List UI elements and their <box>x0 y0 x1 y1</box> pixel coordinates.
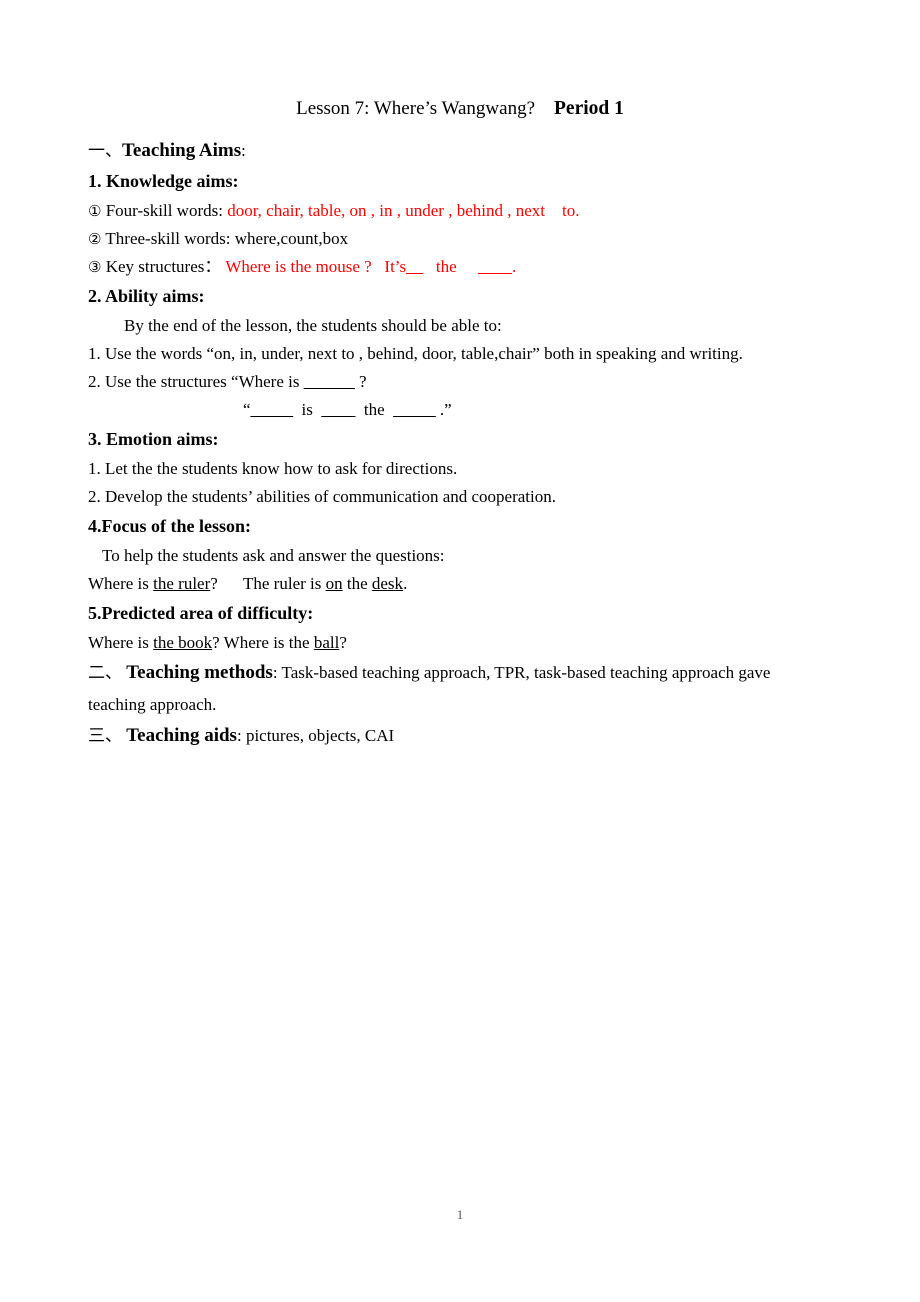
focus-answer-underlined-on: on <box>325 574 343 593</box>
ability-aims-line2-the: the <box>363 400 385 419</box>
circled-number-1-icon: ① <box>88 202 102 220</box>
quote-open: “ <box>243 400 251 419</box>
knowledge-item-3-period: . <box>511 257 517 276</box>
focus-answer-suffix: . <box>403 574 408 593</box>
focus-question-underlined: the ruler <box>153 574 211 593</box>
knowledge-item-3-blank-1: __ <box>406 257 424 276</box>
ability-aims-line2-blank-1: _____ <box>250 400 294 419</box>
cn-numeral-three: 三、 <box>88 726 122 746</box>
focus-example: Where is the ruler? The ruler is on the … <box>88 570 832 598</box>
document-body: Lesson 7: Where’s Wangwang? Period 1 一、T… <box>88 96 832 752</box>
page-title: Lesson 7: Where’s Wangwang? Period 1 <box>88 96 832 122</box>
knowledge-item-3-answer-the: the <box>435 257 457 276</box>
teaching-aims-colon: : <box>241 141 246 160</box>
focus-answer-underlined-desk: desk <box>371 574 404 593</box>
focus-question-suffix: ? <box>210 574 218 593</box>
knowledge-item-1-label: Four-skill words: <box>105 201 223 220</box>
title-period-text: Period 1 <box>554 98 624 119</box>
page-number: 1 <box>456 1207 464 1222</box>
emotion-aims-item-1: 1. Let the the students know how to ask … <box>88 459 458 478</box>
cn-numeral-two: 二、 <box>88 663 122 683</box>
focus-question-prefix: Where is <box>88 574 154 593</box>
ability-aims-item-2-text: 2. Use the structures “Where is <box>88 372 300 391</box>
document-page: Lesson 7: Where’s Wangwang? Period 1 一、T… <box>0 0 920 1302</box>
knowledge-item-1-value: door, chair, table, on , in , under , be… <box>227 201 580 220</box>
difficulty-q1-prefix: Where is <box>88 633 154 652</box>
title-spacer <box>535 98 554 119</box>
focus-answer-prefix: The ruler is <box>243 574 326 593</box>
knowledge-item-3-blank-2: ____ <box>477 257 512 276</box>
teaching-aids-body: pictures, objects, CAI <box>241 726 395 745</box>
knowledge-item-2-label: Three-skill words: <box>105 229 231 248</box>
knowledge-item-2: ② Three-skill words: where,count,box <box>88 225 832 253</box>
ability-aims-item-2-qmark: ? <box>358 372 367 391</box>
knowledge-item-3-question: Where is the mouse ? <box>225 257 372 276</box>
teaching-methods-heading-text: Teaching methods <box>126 662 273 683</box>
ability-aims-intro: By the end of the lesson, the students s… <box>124 316 502 335</box>
ability-aims-item-2: 2. Use the structures “Where is ______ ? <box>88 368 832 396</box>
focus-answer-mid: the <box>342 574 372 593</box>
title-main-text: Lesson 7: Where’s Wangwang? <box>296 98 536 119</box>
ability-aims-item-2-blank: ______ <box>303 372 355 391</box>
ability-aims-item-1: 1. Use the words “on, in, under, next to… <box>88 344 743 363</box>
knowledge-item-3-answer-its: It’s <box>384 257 407 276</box>
quote-close: .” <box>439 400 452 419</box>
page-footer: 1 <box>0 1207 920 1223</box>
focus-intro: To help the students ask and answer the … <box>102 546 445 565</box>
difficulty-q1-underlined: the book <box>153 633 213 652</box>
subheading-predicted-difficulty: 5.Predicted area of difficulty: <box>88 603 314 623</box>
teaching-aids-heading-text: Teaching aids <box>126 725 237 746</box>
difficulty-examples: Where is the book? Where is the ball? <box>88 629 832 657</box>
difficulty-q2-underlined: ball <box>313 633 340 652</box>
circled-number-3-icon: ③ <box>88 258 102 276</box>
section-teaching-aids: 三、 Teaching aids: pictures, objects, CAI <box>88 720 832 752</box>
difficulty-q2-suffix: ? <box>339 633 347 652</box>
section-teaching-methods: 二、 Teaching methods: Task-based teaching… <box>88 657 832 720</box>
subheading-knowledge-aims: 1. Knowledge aims: <box>88 171 239 191</box>
cn-numeral-one: 一、 <box>88 141 122 161</box>
knowledge-item-1: ① Four-skill words: door, chair, table, … <box>88 197 832 225</box>
knowledge-item-3-label: Key structures： <box>105 257 222 276</box>
teaching-aims-heading-text: Teaching Aims <box>122 140 242 161</box>
emotion-aims-item-2: 2. Develop the students’ abilities of co… <box>88 487 557 506</box>
knowledge-item-2-value: where,count,box <box>234 229 349 248</box>
section-heading-teaching-aims: 一、Teaching Aims: <box>88 136 832 166</box>
ability-aims-line2-is: is <box>301 400 313 419</box>
difficulty-q1-middle: ? Where is the <box>212 633 314 652</box>
knowledge-item-3: ③ Key structures： Where is the mouse ? I… <box>88 253 832 281</box>
ability-aims-line2-blank-2: ____ <box>321 400 356 419</box>
subheading-focus-of-lesson: 4.Focus of the lesson: <box>88 516 251 536</box>
subheading-ability-aims: 2. Ability aims: <box>88 286 205 306</box>
ability-aims-item-2-line2: “_____ is ____ the _____ .” <box>88 396 832 424</box>
circled-number-2-icon: ② <box>88 230 102 248</box>
ability-aims-line2-blank-3: _____ <box>393 400 436 419</box>
subheading-emotion-aims: 3. Emotion aims: <box>88 429 219 449</box>
